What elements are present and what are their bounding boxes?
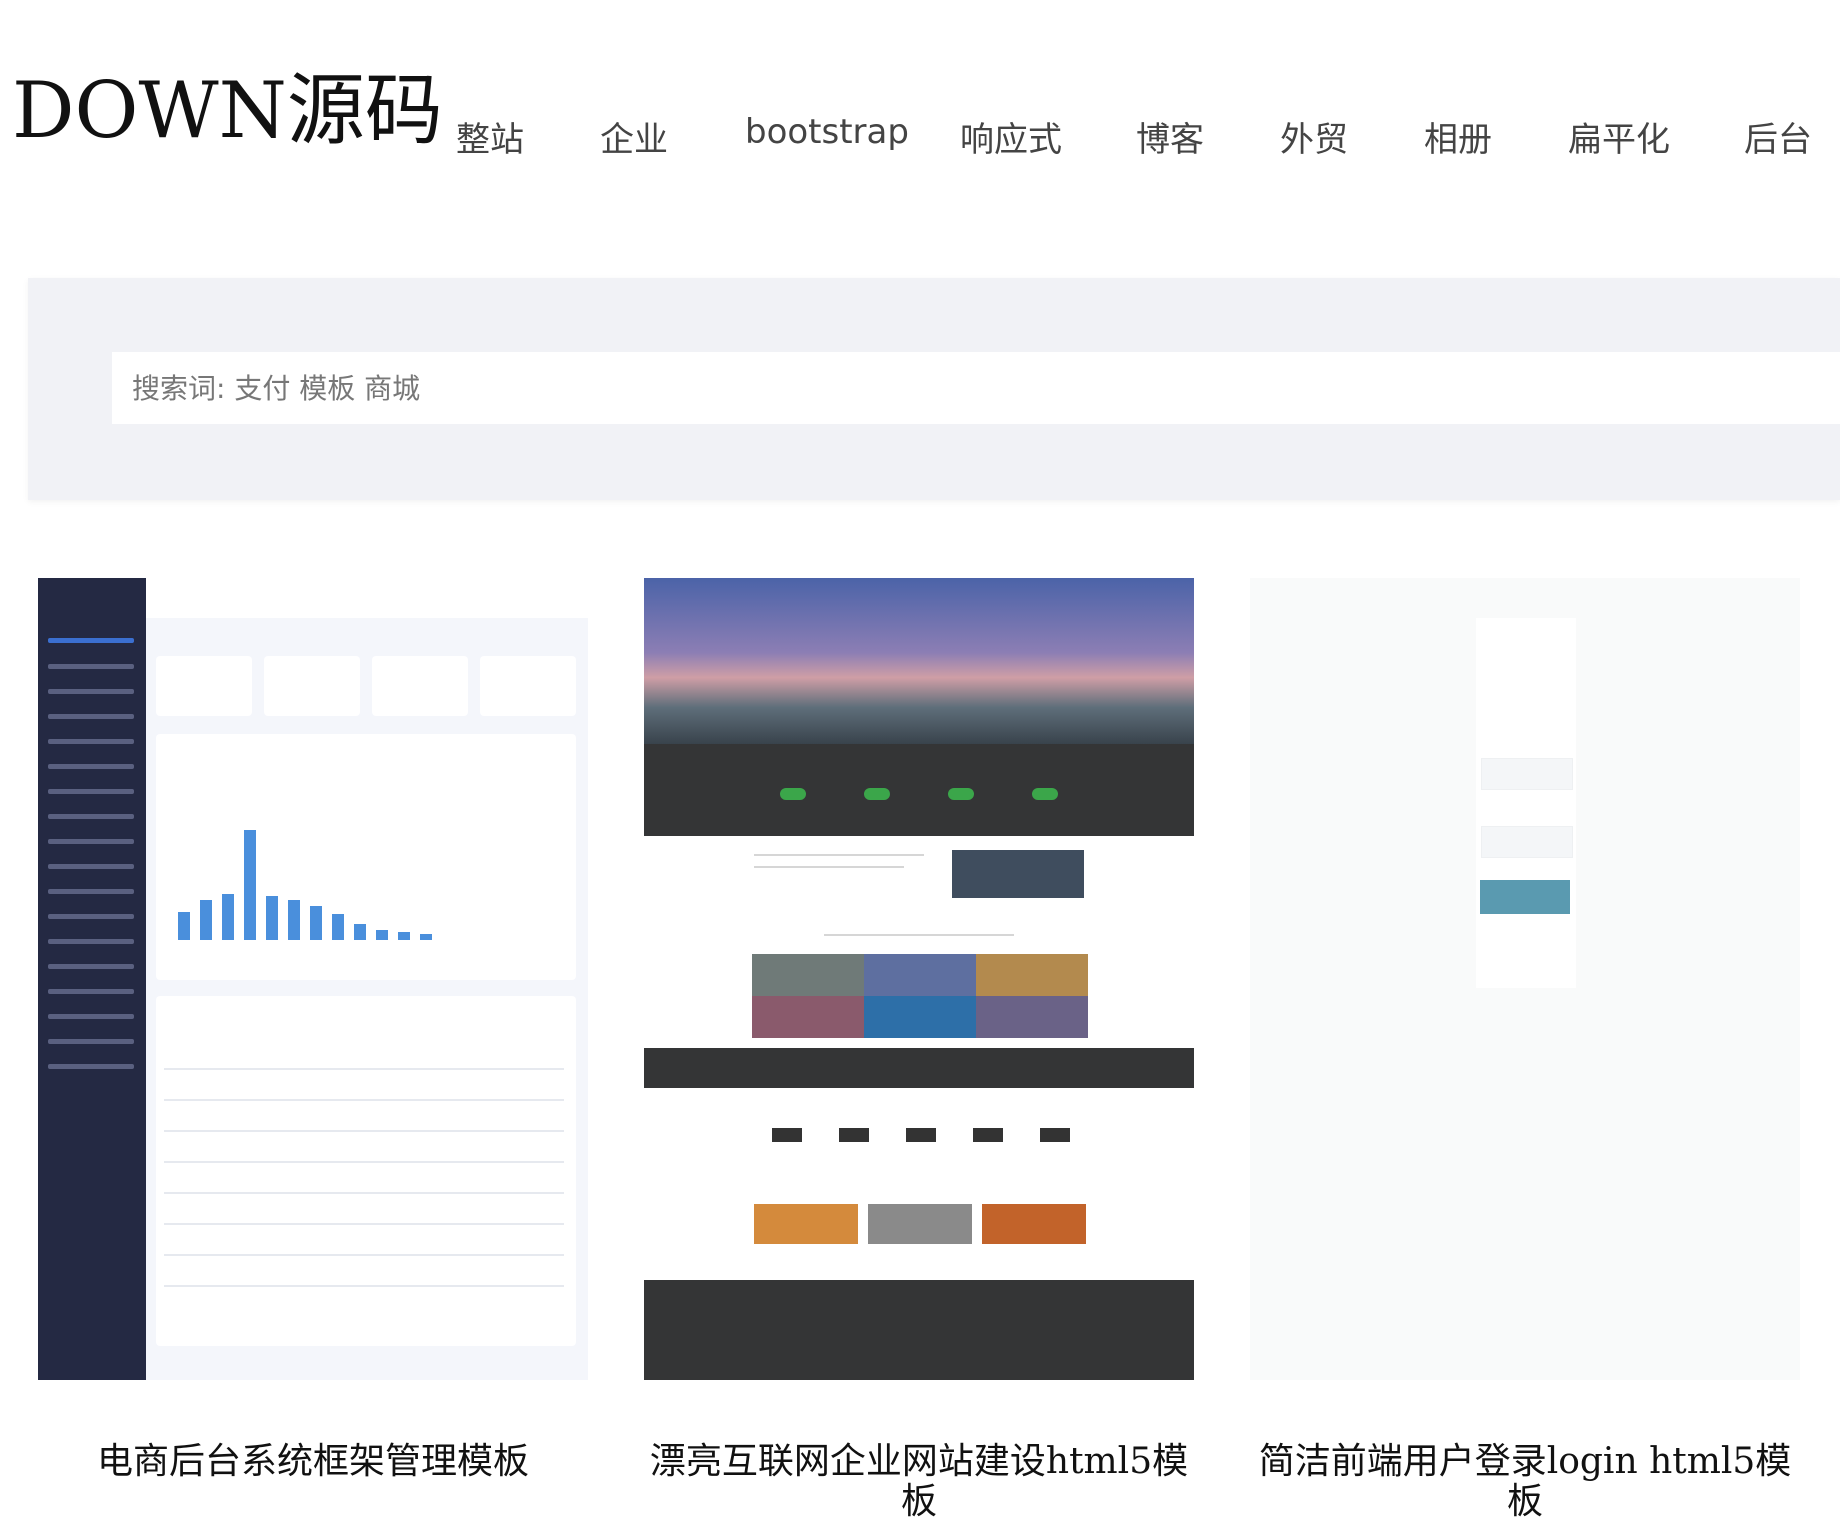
preview-about	[644, 744, 1194, 836]
nav-item-houtai[interactable]: 后台	[1744, 112, 1812, 161]
preview-main	[146, 578, 588, 1380]
nav-item-xiangyingshi[interactable]: 响应式	[960, 112, 1062, 161]
preview-login-button	[1480, 880, 1570, 914]
nav-item-bootstrap[interactable]: bootstrap	[745, 112, 909, 152]
card-thumbnail-corporate-site[interactable]	[644, 578, 1194, 1380]
preview-email-field	[1481, 758, 1573, 790]
nav-item-boke[interactable]: 博客	[1136, 112, 1204, 161]
preview-login-box	[1476, 618, 1576, 988]
preview-password-field	[1481, 826, 1573, 858]
search-input[interactable]	[112, 352, 1840, 424]
card-title-admin-dashboard[interactable]: 电商后台系统框架管理模板	[38, 1442, 588, 1482]
nav-item-waimao[interactable]: 外贸	[1280, 112, 1348, 161]
card-thumbnail-admin-dashboard[interactable]	[38, 578, 588, 1380]
nav-item-qiye[interactable]: 企业	[600, 112, 668, 161]
preview-sidebar	[38, 578, 146, 1380]
card-title-login[interactable]: 简洁前端用户登录login html5模板	[1250, 1442, 1800, 1522]
nav-item-zhengzhan[interactable]: 整站	[456, 112, 524, 161]
card-title-corporate-site[interactable]: 漂亮互联网企业网站建设html5模板	[644, 1442, 1194, 1522]
card-thumbnail-login[interactable]	[1250, 578, 1800, 1380]
nav-item-xiangce[interactable]: 相册	[1424, 112, 1492, 161]
nav-item-bianpinghua[interactable]: 扁平化	[1568, 112, 1670, 161]
preview-hero	[644, 578, 1194, 744]
main-nav: 整站 企业 bootstrap 响应式 博客 外贸 相册 扁平化 后台	[0, 112, 1840, 160]
